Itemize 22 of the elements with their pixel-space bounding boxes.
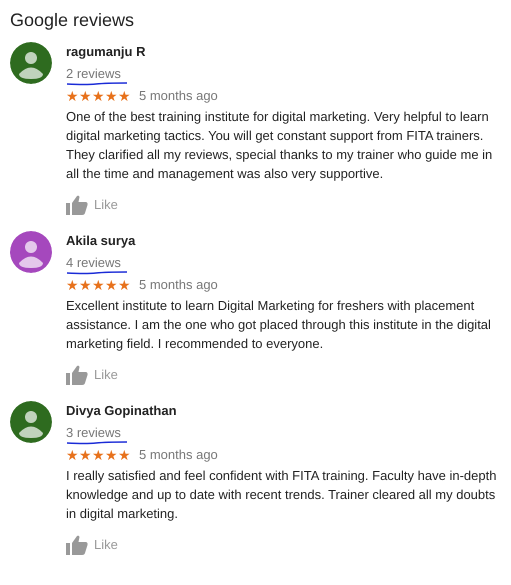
star-rating: ★★★★★ bbox=[66, 276, 131, 294]
review-text: One of the best training institute for digital marketing. Very helpful to learn digital marketing tactics. You will get constant support from FITA trainers. They clarified all my reviews, special thanks to my trainer who guide me in all the time and management was also very supportive. bbox=[66, 108, 494, 183]
review-time: 5 months ago bbox=[139, 87, 218, 105]
review-count[interactable]: 2 reviews bbox=[66, 64, 121, 82]
thumbs-up-icon bbox=[66, 535, 88, 555]
like-button[interactable]: Like bbox=[66, 535, 506, 555]
star-rating: ★★★★★ bbox=[66, 446, 131, 464]
like-button[interactable]: Like bbox=[66, 365, 506, 385]
thumbs-up-icon bbox=[66, 365, 88, 385]
review-count[interactable]: 4 reviews bbox=[66, 254, 121, 272]
section-title: Google reviews bbox=[10, 9, 136, 32]
reviewer-name[interactable]: Akila surya bbox=[66, 232, 136, 249]
thumbs-up-icon bbox=[66, 195, 88, 215]
review-text: Excellent institute to learn Digital Marketing for freshers with placement assistance. I am the one who got placed through this institute in the digital marketing field. I recommended to everyone. bbox=[66, 297, 492, 353]
star-rating: ★★★★★ bbox=[66, 87, 131, 105]
review-time: 5 months ago bbox=[139, 446, 218, 464]
like-button[interactable]: Like bbox=[66, 195, 506, 215]
review-time: 5 months ago bbox=[139, 276, 218, 294]
reviewer-name[interactable]: ragumanju R bbox=[66, 43, 146, 60]
review-count[interactable]: 3 reviews bbox=[66, 424, 121, 442]
review-text: I really satisfied and feel confident with FITA training. Faculty have in-depth knowledge and up to date with recent trends. Trainer cleared all my doubts in digital marketing. bbox=[66, 467, 498, 523]
reviewer-name[interactable]: Divya Gopinathan bbox=[66, 402, 177, 419]
